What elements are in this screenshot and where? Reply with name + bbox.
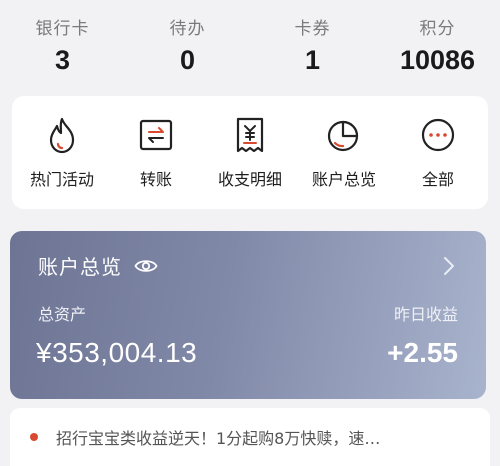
- stat-label: 卡券: [294, 19, 331, 39]
- stat-points[interactable]: 积分 10086: [383, 0, 493, 76]
- stat-label: 积分: [419, 19, 456, 39]
- card-header: 账户总览: [38, 251, 158, 280]
- bullet-dot-icon: [30, 433, 38, 441]
- shortcut-label: 账户总览: [311, 170, 376, 189]
- shortcut-all[interactable]: 全部: [392, 96, 484, 209]
- more-icon: [419, 116, 457, 154]
- yesterday-earnings-label: 昨日收益: [393, 305, 458, 324]
- stat-bank-cards[interactable]: 银行卡 3: [8, 0, 118, 76]
- shortcut-label: 全部: [421, 170, 454, 189]
- shortcut-label: 热门活动: [29, 170, 94, 189]
- stat-value: 0: [179, 45, 196, 75]
- flame-icon: [43, 116, 81, 154]
- transfer-icon: [137, 116, 175, 154]
- stat-label: 银行卡: [35, 19, 90, 39]
- shortcut-label: 转账: [139, 170, 172, 189]
- shortcut-transfer[interactable]: 转账: [110, 96, 202, 209]
- shortcut-label: 收支明细: [217, 170, 282, 189]
- total-assets-value: ¥353,004.13: [36, 337, 198, 368]
- pie-chart-icon: [325, 116, 363, 154]
- shortcut-account-overview[interactable]: 账户总览: [298, 96, 390, 209]
- card-title: 账户总览: [38, 255, 122, 279]
- stat-value: 3: [54, 45, 71, 75]
- receipt-icon: [231, 116, 269, 154]
- stat-value: 1: [304, 45, 321, 75]
- promo-notice[interactable]: 招行宝宝类收益逆天！1分起购8万快赎，速…: [10, 408, 490, 466]
- stats-bar: 银行卡 3 待办 0 卡券 1 积分 10086: [0, 0, 500, 96]
- shortcut-panel: 热门活动 转账 收支明细 账户总览 全部: [12, 96, 488, 209]
- promo-notice-text: 招行宝宝类收益逆天！1分起购8万快赎，速…: [56, 429, 381, 448]
- stat-value: 10086: [399, 45, 476, 75]
- shortcut-transactions[interactable]: 收支明细: [204, 96, 296, 209]
- account-overview-card[interactable]: 账户总览 总资产 昨日收益 ¥353,004.13 +2.55: [10, 231, 486, 399]
- yesterday-earnings-value: +2.55: [387, 337, 458, 368]
- stat-label: 待办: [169, 19, 206, 39]
- shortcut-hot-activities[interactable]: 热门活动: [16, 96, 108, 209]
- stat-todo[interactable]: 待办 0: [133, 0, 243, 76]
- chevron-right-icon[interactable]: [442, 255, 456, 277]
- stat-coupons[interactable]: 卡券 1: [258, 0, 368, 76]
- total-assets-label: 总资产: [38, 305, 87, 324]
- eye-icon[interactable]: [134, 257, 158, 275]
